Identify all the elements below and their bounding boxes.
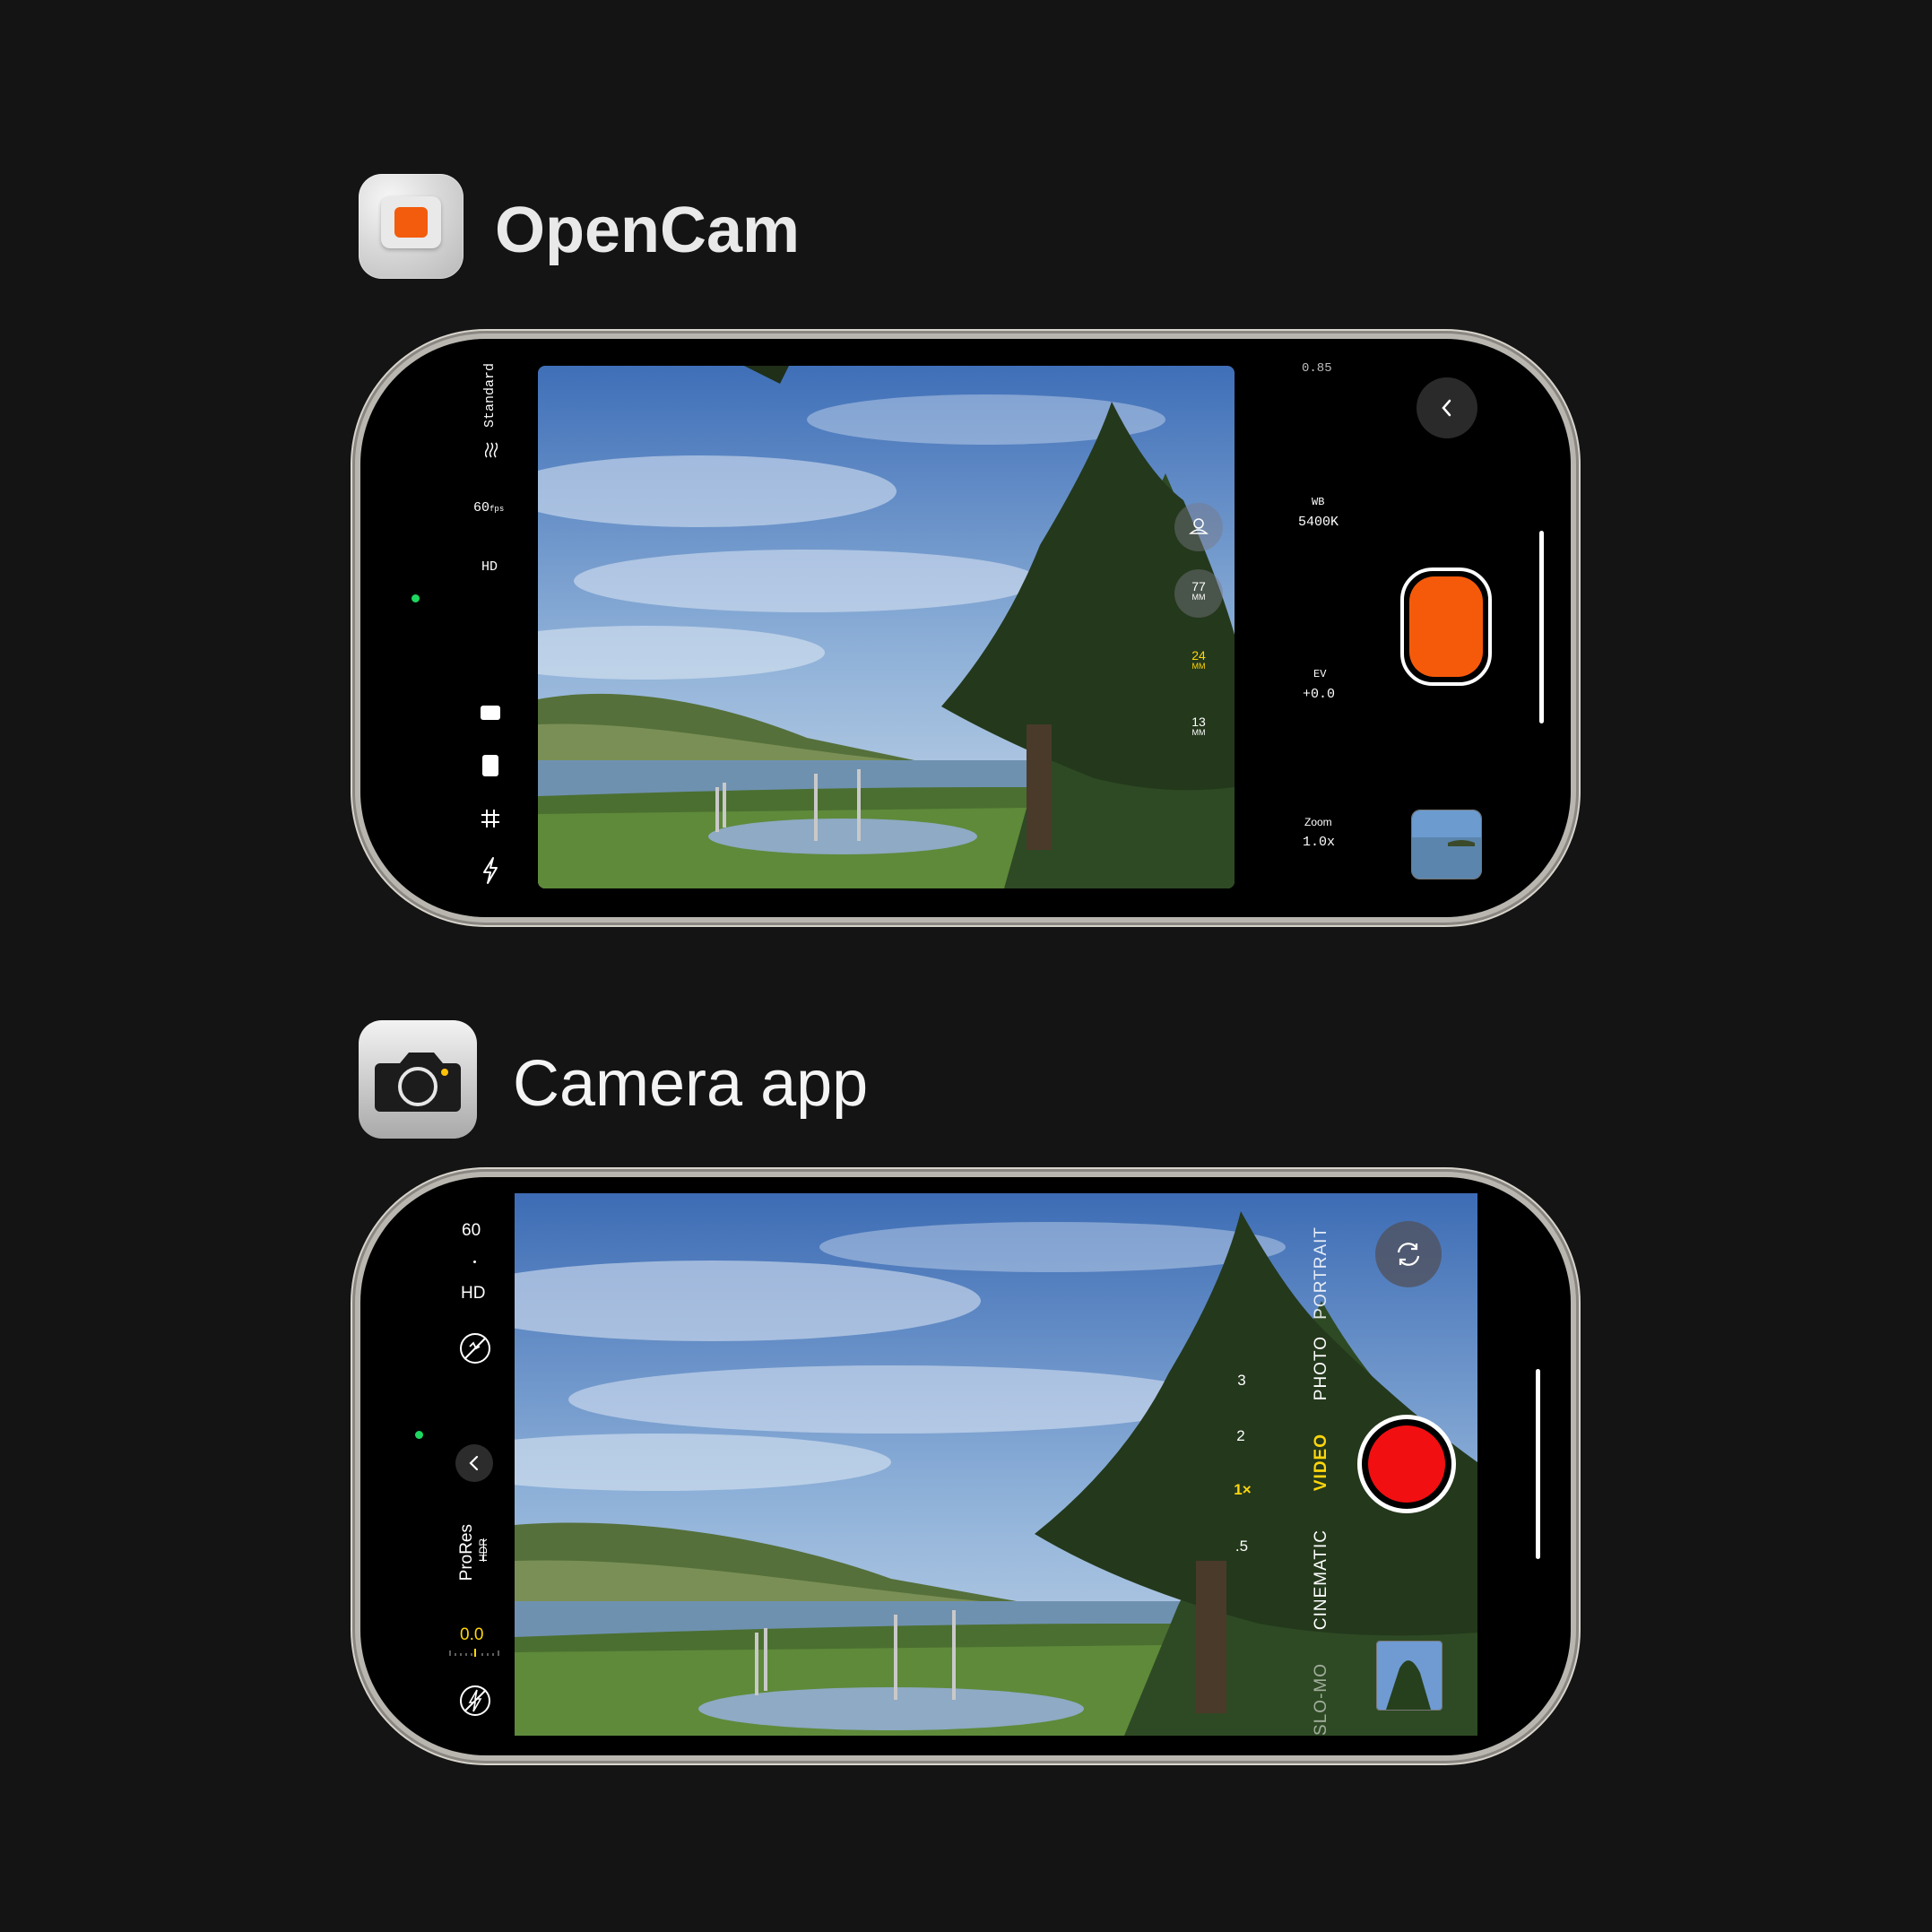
mode-video[interactable]: VIDEO	[1312, 1434, 1331, 1491]
phone-side-button	[608, 917, 663, 923]
collapse-chevron-icon	[469, 1455, 479, 1471]
opencam-app-icon	[359, 174, 464, 279]
record-button[interactable]	[1400, 567, 1492, 686]
aperture-readout: 0.85	[1302, 361, 1332, 376]
mode-cinematic[interactable]: CINEMATIC	[1312, 1529, 1331, 1630]
fps-readout[interactable]: 60	[462, 1221, 481, 1241]
camera-app-icon	[359, 1020, 477, 1139]
fps-value: 60	[473, 500, 490, 515]
mode-portrait[interactable]: PORTRAIT	[1312, 1226, 1331, 1320]
opencam-viewfinder[interactable]	[538, 366, 1235, 888]
camera-flip-button[interactable]	[1375, 1221, 1442, 1287]
ev-label: EV	[1313, 668, 1327, 680]
back-button[interactable]	[1417, 377, 1477, 438]
scroll-indicator	[1539, 531, 1544, 723]
zoom-3x[interactable]: 3	[1224, 1372, 1260, 1390]
last-capture-thumbnail[interactable]	[1376, 1641, 1443, 1711]
lens-24-unit: MM	[1191, 662, 1206, 671]
lens-24mm-button[interactable]: 24 MM	[1183, 648, 1214, 671]
separator-dot	[473, 1261, 476, 1263]
camera-app-title: Camera app	[513, 1048, 869, 1120]
portrait-mode-button[interactable]	[1174, 503, 1223, 551]
lens-13-unit: MM	[1191, 728, 1206, 737]
aspect-portrait-icon[interactable]	[482, 755, 498, 776]
profile-label[interactable]: Standard	[482, 363, 498, 428]
portrait-icon	[1189, 518, 1209, 534]
exposure-slider[interactable]	[448, 1646, 502, 1662]
lens-13-value: 13	[1191, 715, 1206, 729]
lens-24-value: 24	[1191, 648, 1206, 663]
camera-in-use-indicator	[415, 1431, 423, 1439]
flash-off-icon[interactable]	[457, 1683, 493, 1723]
lens-77-value: 77	[1191, 579, 1206, 593]
action-mode-off-icon[interactable]	[457, 1330, 493, 1371]
zoom-2x[interactable]: 2	[1223, 1427, 1259, 1445]
zoom-0-5x[interactable]: .5	[1224, 1538, 1260, 1555]
zoom-1x[interactable]: 1×	[1225, 1481, 1261, 1499]
camera-in-use-indicator	[412, 594, 420, 602]
lens-77mm-button[interactable]: 77 MM	[1174, 569, 1223, 618]
zoom-value[interactable]: 1.0x	[1303, 835, 1335, 850]
resolution-label[interactable]: HD	[481, 559, 498, 575]
phone-side-button	[706, 917, 795, 923]
camera-app-viewfinder[interactable]	[515, 1193, 1477, 1736]
lens-77-unit: MM	[1191, 593, 1206, 602]
opencam-title: OpenCam	[495, 195, 801, 266]
last-capture-thumbnail[interactable]	[1411, 810, 1482, 879]
grid-icon[interactable]	[480, 808, 501, 834]
hdr-toggle[interactable]: HDR	[477, 1538, 489, 1562]
stabilization-icon	[484, 441, 498, 464]
mode-slo-mo[interactable]: SLO-MO	[1312, 1663, 1331, 1736]
mode-photo[interactable]: PHOTO	[1312, 1336, 1331, 1400]
ev-value[interactable]: +0.0	[1303, 687, 1335, 702]
back-chevron-icon	[1442, 399, 1451, 417]
exposure-value[interactable]: 0.0	[460, 1625, 483, 1645]
phone-top-button	[737, 1171, 878, 1177]
lens-13mm-button[interactable]: 13 MM	[1183, 715, 1214, 737]
wb-value[interactable]: 5400K	[1298, 515, 1339, 530]
wb-label: WB	[1312, 496, 1325, 508]
scroll-indicator	[1536, 1369, 1540, 1559]
collapse-controls-button[interactable]	[455, 1444, 493, 1482]
phone-side-button	[822, 917, 912, 923]
prores-toggle[interactable]: ProRes	[457, 1524, 477, 1581]
fps-readout[interactable]: 60fps	[473, 500, 504, 515]
record-button[interactable]	[1357, 1415, 1456, 1513]
camera-flip-icon	[1397, 1243, 1420, 1266]
aspect-landscape-icon[interactable]	[481, 706, 500, 720]
zoom-label: Zoom	[1304, 816, 1332, 828]
resolution-label[interactable]: HD	[461, 1284, 485, 1304]
flash-icon[interactable]	[481, 856, 500, 889]
fps-unit: fps	[489, 505, 505, 514]
